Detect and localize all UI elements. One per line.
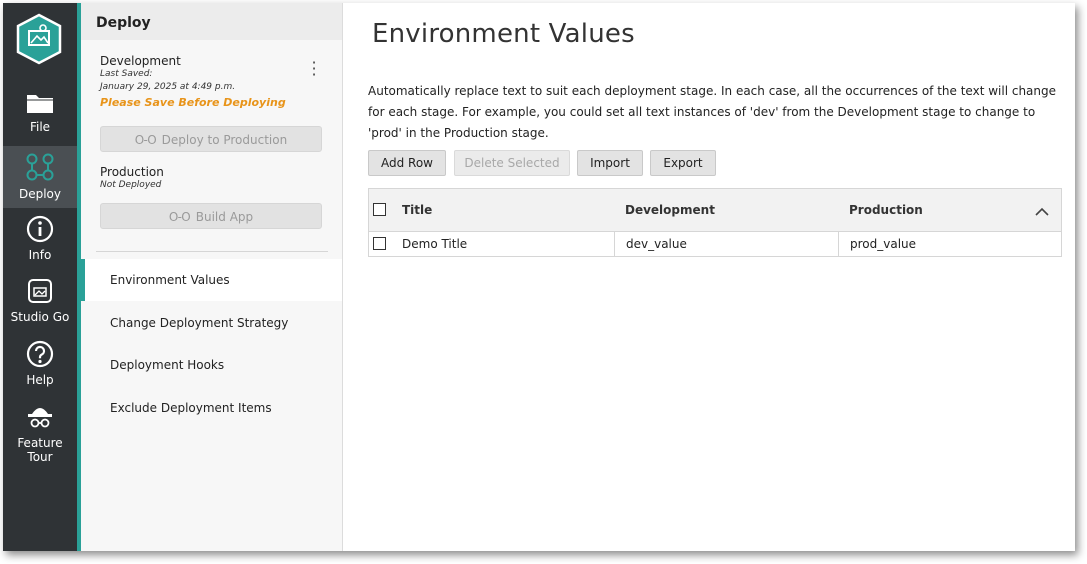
chevron-up-icon[interactable] bbox=[1035, 202, 1049, 221]
rail-feature-tour[interactable]: Feature Tour bbox=[3, 403, 77, 464]
row-production-cell[interactable]: prod_value bbox=[838, 232, 1061, 256]
column-header-development[interactable]: Development bbox=[625, 189, 715, 231]
select-all-checkbox[interactable] bbox=[373, 203, 386, 216]
studio-go-icon bbox=[3, 277, 77, 308]
nav-exclude-deployment-items[interactable]: Exclude Deployment Items bbox=[81, 387, 342, 429]
development-stage-name: Development bbox=[100, 54, 181, 68]
production-stage-name: Production bbox=[100, 165, 164, 179]
link-icon: O-O bbox=[134, 133, 157, 147]
more-options-icon[interactable]: · · · bbox=[308, 55, 320, 83]
row-checkbox[interactable] bbox=[373, 237, 386, 250]
row-development-cell[interactable]: dev_value bbox=[614, 232, 838, 256]
table-header: Title Development Production bbox=[369, 189, 1061, 232]
feature-tour-icon bbox=[3, 403, 77, 434]
nav-deployment-hooks[interactable]: Deployment Hooks bbox=[81, 344, 342, 386]
table-row[interactable]: Demo Title dev_value prod_value bbox=[369, 232, 1061, 256]
page-description: Automatically replace text to suit each … bbox=[368, 84, 1057, 140]
rail-info[interactable]: Info bbox=[3, 215, 77, 271]
help-icon bbox=[3, 340, 77, 371]
production-status: Not Deployed bbox=[100, 180, 162, 190]
rail-deploy[interactable]: Deploy bbox=[3, 146, 77, 208]
save-warning: Please Save Before Deploying bbox=[100, 96, 286, 109]
info-icon bbox=[3, 215, 77, 246]
development-stage: Development Last Saved: January 29, 2025… bbox=[100, 54, 286, 109]
rail-file[interactable]: File bbox=[3, 91, 77, 147]
environment-values-table: Title Development Production Demo Title … bbox=[368, 188, 1062, 257]
build-app-label: Build App bbox=[195, 210, 254, 224]
row-title-cell[interactable]: Demo Title bbox=[402, 232, 467, 256]
rail-help[interactable]: Help bbox=[3, 340, 77, 396]
add-row-button[interactable]: Add Row bbox=[368, 150, 446, 176]
nav-environment-values[interactable]: Environment Values bbox=[81, 259, 342, 301]
deploy-panel: Deploy Development Last Saved: January 2… bbox=[81, 3, 343, 551]
deploy-to-production-button[interactable]: O-O Deploy to Production bbox=[100, 126, 322, 152]
rail-studio-go-label: Studio Go bbox=[10, 310, 70, 324]
link-icon: O-O bbox=[168, 210, 191, 224]
rail-feature-tour-label: Feature Tour bbox=[17, 436, 63, 464]
panel-divider bbox=[96, 251, 328, 252]
rail-deploy-label: Deploy bbox=[18, 187, 62, 201]
last-saved-value: January 29, 2025 at 4:49 p.m. bbox=[100, 82, 236, 92]
rail-help-label: Help bbox=[26, 373, 54, 387]
page-title: Environment Values bbox=[372, 19, 635, 49]
last-saved-label: Last Saved: bbox=[100, 69, 153, 79]
deploy-nodes-icon bbox=[3, 152, 77, 185]
deploy-to-production-label: Deploy to Production bbox=[161, 133, 288, 147]
icon-rail: File Deploy Info Studio Go Help Feature … bbox=[3, 3, 81, 551]
build-app-button[interactable]: O-O Build App bbox=[100, 203, 322, 229]
panel-title: Deploy bbox=[81, 3, 342, 40]
delete-selected-button[interactable]: Delete Selected bbox=[454, 150, 570, 176]
column-header-production[interactable]: Production bbox=[849, 189, 923, 231]
rail-info-label: Info bbox=[28, 248, 52, 262]
production-stage: Production Not Deployed bbox=[100, 165, 164, 192]
export-button[interactable]: Export bbox=[650, 150, 716, 176]
import-button[interactable]: Import bbox=[577, 150, 643, 176]
column-header-title[interactable]: Title bbox=[402, 189, 432, 231]
app-window: File Deploy Info Studio Go Help Feature … bbox=[3, 3, 1075, 551]
main-content: Environment Values Automatically replace… bbox=[343, 3, 1075, 551]
rail-studio-go[interactable]: Studio Go bbox=[3, 277, 77, 333]
folder-icon bbox=[3, 91, 77, 118]
rail-file-label: File bbox=[29, 120, 51, 134]
nav-change-deployment-strategy[interactable]: Change Deployment Strategy bbox=[81, 302, 342, 344]
app-logo-icon bbox=[15, 13, 63, 65]
